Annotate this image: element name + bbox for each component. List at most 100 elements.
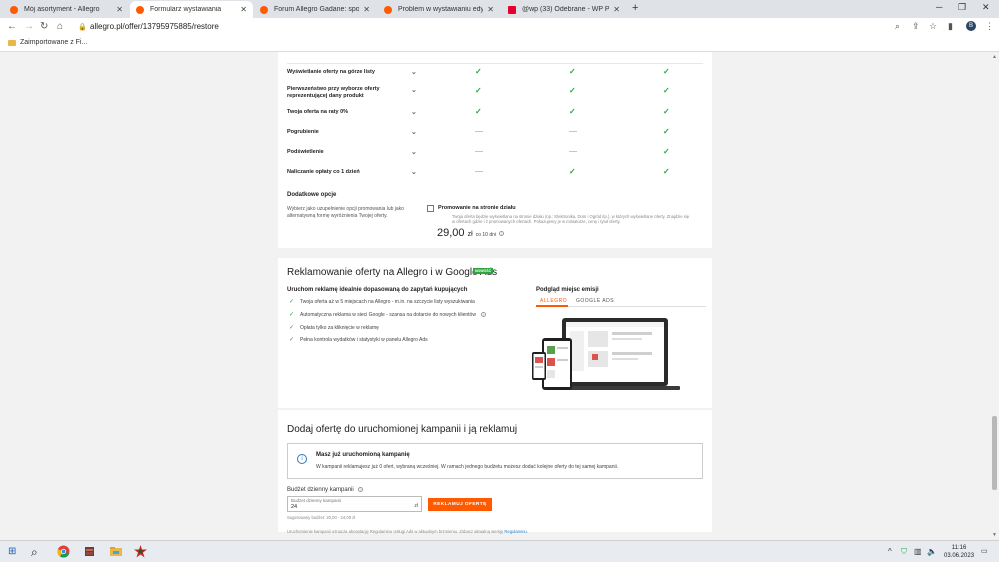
suggested-budget-hint: Sugerowany budżet: 20,00 - 24,00 zł xyxy=(287,515,356,520)
close-icon[interactable]: ✕ xyxy=(240,5,247,14)
app-icon[interactable] xyxy=(84,546,95,557)
check-icon: ✓ xyxy=(289,337,295,343)
scroll-up-icon[interactable]: ▲ xyxy=(992,54,997,60)
tab-wp-poczta[interactable]: @wp (33) Odebrane - WP Poczta ✕ xyxy=(502,1,626,18)
campaign-title: Dodaj ofertę do uruchomionej kampanii i … xyxy=(287,424,518,435)
preview-title: Podgląd miejsc emisji xyxy=(536,287,599,293)
game-app-icon[interactable] xyxy=(134,545,147,558)
close-icon[interactable]: ✕ xyxy=(613,5,620,14)
promo-features-card: Wyświetlanie oferty na górze listy ⌄ ✓ ✓ ✓ Pi… xyxy=(278,52,712,248)
maximize-icon[interactable]: ❐ xyxy=(958,2,966,13)
minimize-icon[interactable]: ─ xyxy=(936,2,942,12)
sidebar-icon[interactable]: ▮ xyxy=(948,21,953,32)
home-icon[interactable]: ⌂ xyxy=(57,21,63,32)
chevron-down-icon[interactable]: ⌄ xyxy=(411,86,417,94)
check-icon: ✓ xyxy=(663,86,670,95)
tab-problem-w-wystawianiu[interactable]: Problem w wystawianiu edytowa ✕ xyxy=(378,1,500,18)
check-icon: ✓ xyxy=(663,147,670,156)
scrollbar-thumb[interactable] xyxy=(992,416,997,490)
windows-start-icon[interactable]: ⊞ xyxy=(8,546,16,557)
new-tab-icon[interactable]: + xyxy=(632,2,638,14)
tab-formularz-wystawiania[interactable]: Formularz wystawiania ✕ xyxy=(130,1,253,18)
chrome-icon[interactable] xyxy=(57,545,70,558)
chevron-down-icon[interactable]: ⌄ xyxy=(411,168,417,176)
volume-icon[interactable]: 🔈 xyxy=(927,547,937,556)
info-icon[interactable]: i xyxy=(480,312,486,317)
ads-benefit-text: Pełna kontrola wydatków i statystyki w p… xyxy=(300,336,428,343)
promo-department-label[interactable]: Promowanie na stronie działu xyxy=(438,205,516,211)
search-icon[interactable]: ⌕ xyxy=(31,545,38,560)
bookmarks-bar: Zaimportowane z Fi... xyxy=(0,36,999,52)
check-icon: ✓ xyxy=(663,107,670,116)
allegro-favicon-icon xyxy=(384,5,392,14)
daily-budget-input[interactable]: Budżet dzienny kampanii 24 zł xyxy=(287,496,422,512)
feature-name: Wyświetlanie oferty na górze listy xyxy=(287,69,375,75)
chevron-down-icon[interactable]: ⌄ xyxy=(411,68,417,76)
check-icon: ✓ xyxy=(569,107,576,116)
bookmark-folder[interactable]: Zaimportowane z Fi... xyxy=(8,39,87,46)
security-shield-icon[interactable]: ⛉ xyxy=(901,547,907,557)
window-close-icon[interactable]: ✕ xyxy=(982,2,990,13)
allegro-favicon-icon xyxy=(136,5,144,14)
close-icon[interactable]: ✕ xyxy=(487,5,494,14)
page-content: Wyświetlanie oferty na górze listy ⌄ ✓ ✓ ✓ Pi… xyxy=(0,52,991,540)
ads-benefit-item: ✓ Opłata tylko za kliknięcie w reklamę xyxy=(289,324,379,332)
address-bar[interactable]: allegro.pl/offer/13795975885/restore xyxy=(90,22,219,31)
ads-benefit-item: ✓ Automatyczna reklama w sieci Google - … xyxy=(289,311,486,318)
dash-icon: — xyxy=(475,147,483,156)
chevron-down-icon[interactable]: ⌄ xyxy=(411,108,417,116)
ads-benefit-item: ✓ Twoja oferta aż w 5 miejscach na Alleg… xyxy=(289,298,475,306)
promo-department-checkbox[interactable] xyxy=(427,205,434,212)
show-hidden-icons-icon[interactable]: ^ xyxy=(888,547,892,556)
forward-icon[interactable]: → xyxy=(24,21,34,32)
bookmark-star-icon[interactable]: ☆ xyxy=(929,21,937,32)
price-period: co 10 dni xyxy=(475,232,497,238)
scroll-down-icon[interactable]: ▼ xyxy=(992,532,997,538)
search-icon[interactable]: ⌕ xyxy=(895,21,900,32)
notifications-icon[interactable]: ▭ xyxy=(981,547,988,555)
chevron-down-icon[interactable]: ⌄ xyxy=(411,148,417,156)
check-icon: ✓ xyxy=(569,167,576,176)
info-box-title: Masz już uruchomioną kampanię xyxy=(316,452,410,458)
site-info-icon[interactable]: 🔒 xyxy=(78,23,87,31)
info-icon[interactable]: i xyxy=(499,230,505,236)
share-icon[interactable]: ⇪ xyxy=(912,21,920,32)
browser-toolbar: ← → ↻ ⌂ 🔒 allegro.pl/offer/13795975885/r… xyxy=(0,18,999,36)
profile-avatar[interactable]: B xyxy=(966,21,976,31)
campaign-info-box: i Masz już uruchomioną kampanię W kampan… xyxy=(287,443,703,479)
tab-forum-allegro[interactable]: Forum Allegro Gadane: społeczn ✕ xyxy=(254,1,376,18)
budget-label: Budżet dzienny kampanii i xyxy=(287,487,364,494)
devices-illustration xyxy=(532,318,680,390)
dash-icon: — xyxy=(475,167,483,176)
promote-offer-button[interactable]: REKLAMUJ OFERTĘ xyxy=(428,498,492,511)
tab-google-ads-preview[interactable]: GOOGLE ADS xyxy=(576,298,614,304)
page-scrollbar[interactable]: ▲ ▼ xyxy=(991,52,999,540)
check-icon: ✓ xyxy=(663,67,670,76)
check-icon: ✓ xyxy=(475,107,482,116)
chevron-down-icon[interactable]: ⌄ xyxy=(411,128,417,136)
menu-icon[interactable]: ⋮ xyxy=(985,21,994,32)
extra-options-heading: Dodatkowe opcje xyxy=(287,192,337,198)
network-icon[interactable]: ▥ xyxy=(914,547,922,556)
budget-field-value[interactable]: 24 xyxy=(291,504,297,510)
info-icon[interactable]: i xyxy=(358,487,364,492)
tab-moj-asortyment[interactable]: Mój asortyment - Allegro ✕ xyxy=(4,1,129,18)
bookmark-label: Zaimportowane z Fi... xyxy=(20,39,88,46)
windows-taskbar: ⊞ ⌕ ^ ⛉ ▥ 🔈 11:16 03.06.2023 ▭ xyxy=(0,540,999,562)
new-badge: NOWOŚĆ xyxy=(473,268,494,274)
close-icon[interactable]: ✕ xyxy=(363,5,370,14)
budget-label-text: Budżet dzienny kampanii xyxy=(287,487,354,494)
ads-title: Reklamowanie oferty na Allegro i w Googl… xyxy=(287,267,498,278)
tab-allegro-preview[interactable]: ALLEGRO xyxy=(540,298,567,304)
extra-options-description: Wybierz jako uzupełnienie opcji promowan… xyxy=(287,206,404,219)
file-explorer-icon[interactable] xyxy=(110,546,122,557)
system-clock[interactable]: 11:16 03.06.2023 xyxy=(944,544,974,560)
reload-icon[interactable]: ↻ xyxy=(40,21,48,32)
price-value: 29,00 xyxy=(437,227,465,239)
clock-time: 11:16 xyxy=(951,545,967,551)
terms-link[interactable]: Regulaminu. xyxy=(504,529,528,534)
check-icon: ✓ xyxy=(569,67,576,76)
close-icon[interactable]: ✕ xyxy=(116,5,123,14)
info-icon: i xyxy=(297,454,307,464)
back-icon[interactable]: ← xyxy=(7,21,17,32)
